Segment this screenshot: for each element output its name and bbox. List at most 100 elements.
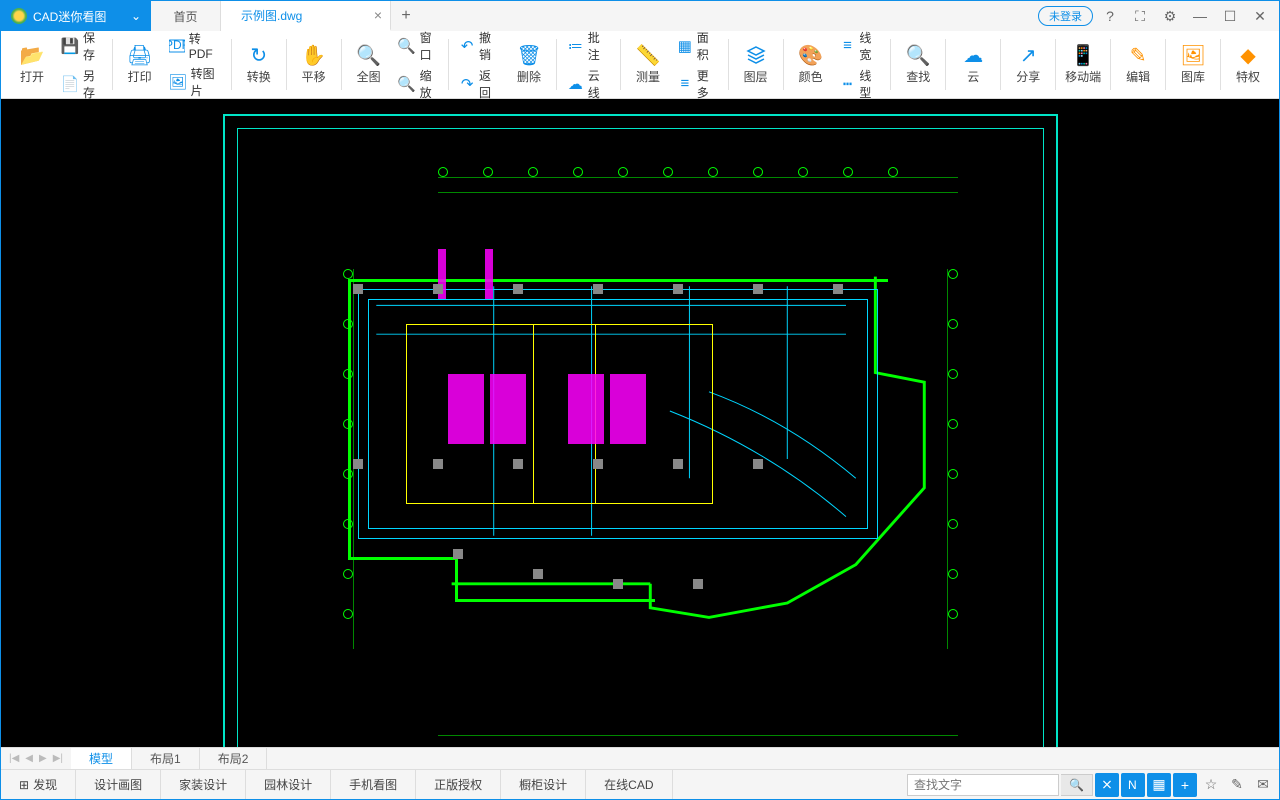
tab-file[interactable]: 示例图.dwg × — [221, 1, 391, 31]
print-icon: 🖨 — [129, 44, 151, 66]
lineweight-icon: ≡ — [840, 37, 856, 55]
titlebar: CAD迷你看图 ⌄ 首页 示例图.dwg × + 未登录 ? ⛶ ⚙ — ☐ ✕ — [1, 1, 1279, 31]
nav-first-icon[interactable]: |◀ — [7, 753, 21, 764]
cloud-button[interactable]: ☁云 — [950, 33, 996, 96]
status-link-3[interactable]: 手机看图 — [331, 770, 416, 799]
saveas-button[interactable]: 📄另存 — [59, 66, 104, 102]
app-name: CAD迷你看图 — [33, 8, 106, 25]
color-button[interactable]: 🎨颜色 — [788, 33, 834, 96]
status-link-1[interactable]: 家装设计 — [161, 770, 246, 799]
delete-button[interactable]: 🗑删除 — [506, 33, 552, 96]
open-button[interactable]: 📂打开 — [9, 33, 55, 96]
minimize-icon[interactable]: — — [1187, 3, 1213, 29]
layers-button[interactable]: 图层 — [733, 33, 779, 96]
fullscreen-icon[interactable]: ⛶ — [1127, 3, 1153, 29]
image-icon: 🖼 — [169, 73, 187, 91]
status-link-6[interactable]: 在线CAD — [586, 770, 672, 799]
snap-grid-icon[interactable]: ▦ — [1147, 773, 1171, 797]
discover-button[interactable]: ⊞发现 — [1, 770, 76, 799]
help-icon[interactable]: ? — [1097, 3, 1123, 29]
edit-button[interactable]: ✎编辑 — [1115, 33, 1161, 96]
cloud-icon: ☁ — [962, 44, 984, 66]
share-button[interactable]: ↗分享 — [1005, 33, 1051, 96]
snap-nearest-icon[interactable]: N — [1121, 773, 1145, 797]
zoom-extents-icon: 🔍 — [358, 44, 380, 66]
status-link-5[interactable]: 橱柜设计 — [501, 770, 586, 799]
message-icon[interactable]: ✉ — [1251, 773, 1275, 797]
layout-tab-1[interactable]: 布局1 — [132, 748, 200, 769]
more-button[interactable]: ≡更多 — [675, 66, 720, 102]
status-link-4[interactable]: 正版授权 — [416, 770, 501, 799]
ruler-icon: 📏 — [637, 44, 659, 66]
area-icon: ▦ — [677, 37, 693, 55]
fit-button[interactable]: 🔍全图 — [346, 33, 392, 96]
save-button[interactable]: 💾保存 — [59, 28, 104, 64]
cloud-line-icon: ☁ — [567, 75, 584, 93]
search-input[interactable] — [908, 778, 1058, 792]
linetype-button[interactable]: ┅线型 — [838, 66, 883, 102]
gallery-button[interactable]: 🖼图库 — [1170, 33, 1216, 96]
save-icon: 💾 — [61, 37, 79, 55]
area-button[interactable]: ▦面积 — [675, 28, 720, 64]
close-icon[interactable]: ✕ — [1247, 3, 1273, 29]
login-button[interactable]: 未登录 — [1038, 6, 1093, 26]
find-button[interactable]: 🔍查找 — [895, 33, 941, 96]
nav-next-icon[interactable]: ▶ — [37, 753, 49, 764]
lineweight-button[interactable]: ≡线宽 — [838, 28, 883, 64]
linetype-icon: ┅ — [840, 75, 856, 93]
to-pdf-button[interactable]: PDF转PDF — [167, 29, 223, 62]
undo-button[interactable]: ↶撤销 — [457, 28, 502, 64]
chevron-down-icon: ⌄ — [131, 9, 141, 23]
nav-prev-icon[interactable]: ◀ — [23, 753, 35, 764]
pan-button[interactable]: ✋平移 — [291, 33, 337, 96]
mobile-button[interactable]: 📱移动端 — [1060, 33, 1106, 96]
edit-icon: ✎ — [1127, 44, 1149, 66]
share-icon: ↗ — [1017, 44, 1039, 66]
palette-icon: 🎨 — [800, 44, 822, 66]
refresh-icon: ↻ — [248, 44, 270, 66]
main-toolbar: 📂打开 💾保存 📄另存 🖨打印 PDF转PDF 🖼转图片 ↻转换 ✋平移 🔍全图… — [1, 31, 1279, 99]
layout-tab-model[interactable]: 模型 — [71, 748, 132, 769]
zoom-button[interactable]: 🔍缩放 — [396, 66, 441, 102]
undo-icon: ↶ — [459, 37, 475, 55]
folder-open-icon: 📂 — [21, 44, 43, 66]
cloud-line-button[interactable]: ☁云线 — [565, 66, 612, 102]
floorplan — [298, 219, 983, 699]
gallery-icon: 🖼 — [1182, 44, 1204, 66]
measure-button[interactable]: 📏测量 — [625, 33, 671, 96]
drawing-canvas[interactable]: /*placeholder*/ — [1, 99, 1279, 747]
more-icon: ≡ — [677, 75, 693, 93]
snap-endpoint-icon[interactable]: ⨯ — [1095, 773, 1119, 797]
redo-icon: ↷ — [459, 75, 475, 93]
status-bar: ⊞发现 设计画图 家装设计 园林设计 手机看图 正版授权 橱柜设计 在线CAD … — [1, 769, 1279, 799]
close-tab-icon[interactable]: × — [374, 7, 382, 23]
feedback-icon[interactable]: ✎ — [1225, 773, 1249, 797]
vip-button[interactable]: ◆特权 — [1225, 33, 1271, 96]
to-image-button[interactable]: 🖼转图片 — [167, 64, 223, 100]
nav-last-icon[interactable]: ▶| — [51, 753, 65, 764]
redo-button[interactable]: ↷返回 — [457, 66, 502, 102]
settings-icon[interactable]: ⚙ — [1157, 3, 1183, 29]
svg-text:PDF: PDF — [169, 39, 185, 52]
status-link-2[interactable]: 园林设计 — [246, 770, 331, 799]
mobile-icon: 📱 — [1072, 44, 1094, 66]
status-link-0[interactable]: 设计画图 — [76, 770, 161, 799]
layout-tab-2[interactable]: 布局2 — [200, 748, 268, 769]
crosshair-icon[interactable]: + — [1173, 773, 1197, 797]
annotate-icon: ≔ — [567, 37, 584, 55]
search-button[interactable]: 🔍 — [1061, 774, 1093, 796]
annotate-button[interactable]: ≔批注 — [565, 28, 612, 64]
zoom-window-button[interactable]: 🔍窗口 — [396, 28, 441, 64]
svg-text:N: N — [1128, 778, 1137, 792]
convert-button[interactable]: ↻转换 — [236, 33, 282, 96]
print-button[interactable]: 🖨打印 — [117, 33, 163, 96]
search-box — [907, 774, 1059, 796]
new-tab-button[interactable]: + — [391, 1, 421, 31]
maximize-icon[interactable]: ☐ — [1217, 3, 1243, 29]
tab-home[interactable]: 首页 — [151, 1, 221, 31]
app-menu[interactable]: CAD迷你看图 ⌄ — [1, 1, 151, 31]
search-icon: 🔍 — [907, 44, 929, 66]
zoom-window-icon: 🔍 — [398, 37, 416, 55]
crown-icon: ◆ — [1237, 44, 1259, 66]
favorite-icon[interactable]: ☆ — [1199, 773, 1223, 797]
